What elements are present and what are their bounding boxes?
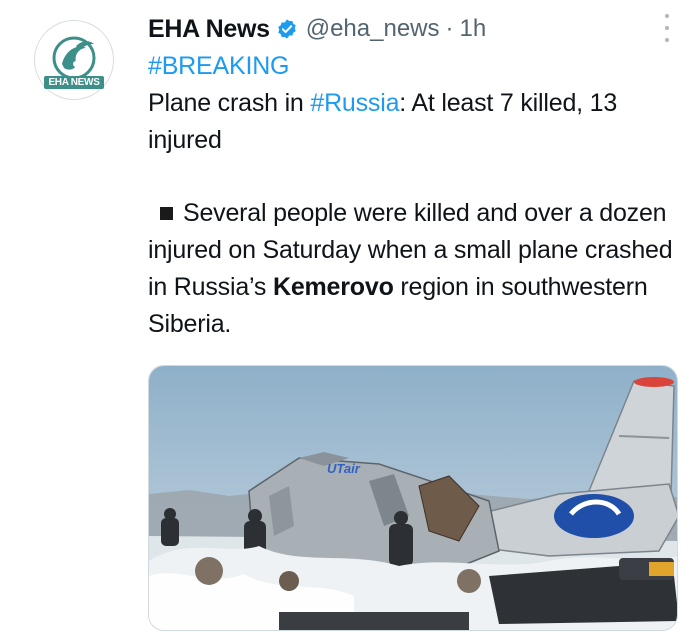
tweet-text: #BREAKING Plane crash in #Russia: At lea…: [148, 48, 678, 343]
eha-logo-icon: [52, 36, 96, 79]
tweet-photo[interactable]: UTair: [148, 365, 678, 631]
more-options-icon[interactable]: [662, 14, 672, 42]
author-name[interactable]: EHA News: [148, 15, 270, 44]
separator-dot: ·: [445, 15, 454, 42]
crashed-plane-photo-icon: UTair: [149, 366, 677, 630]
headline-prefix: Plane crash in: [148, 89, 311, 117]
timestamp[interactable]: 1h: [460, 15, 487, 43]
avatar-label: EHA NEWS: [44, 75, 104, 89]
bullet-square-icon: [160, 206, 173, 220]
fuselage-lettering: UTair: [327, 461, 361, 476]
hashtag-breaking[interactable]: #BREAKING: [148, 52, 290, 80]
author-handle[interactable]: @eha_news: [306, 15, 440, 43]
hashtag-russia[interactable]: #Russia: [310, 89, 399, 117]
tweet-header: EHA News @eha_news · 1h: [148, 12, 486, 46]
avatar[interactable]: EHA NEWS: [34, 20, 114, 100]
body-bold-location: Kemerovo: [272, 273, 394, 301]
verified-badge-icon: [278, 19, 296, 39]
